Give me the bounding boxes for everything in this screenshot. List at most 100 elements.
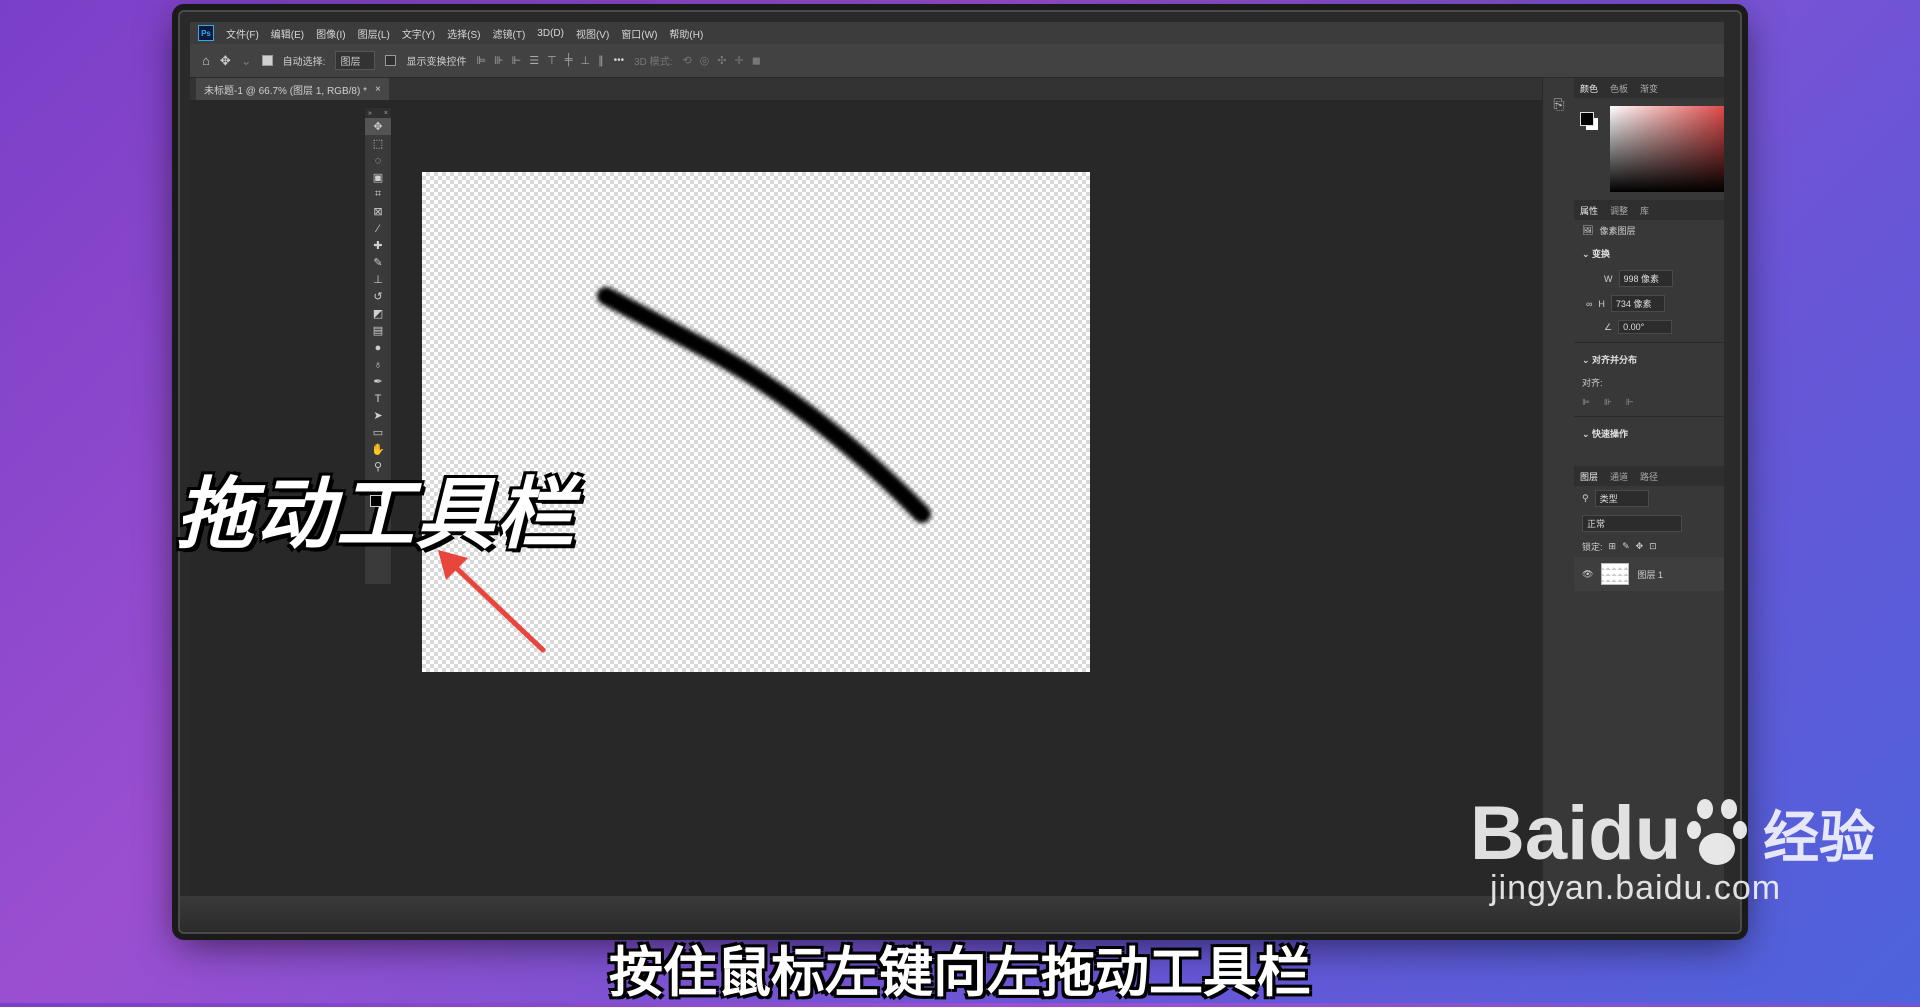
align-vcenter-icon[interactable]: ╪ — [565, 54, 573, 67]
3d-pan-icon[interactable]: ✣ — [717, 54, 726, 67]
lock-position-icon[interactable]: ✥ — [1636, 541, 1644, 552]
move-tool-icon[interactable]: ✥ — [220, 53, 231, 69]
tab-properties[interactable]: 属性 — [1580, 204, 1598, 217]
menu-window[interactable]: 窗口(W) — [615, 26, 663, 41]
eye-icon[interactable]: 👁 — [1582, 569, 1593, 580]
image-icon: 🖼 — [1582, 225, 1594, 235]
document-tab[interactable]: 未标题-1 @ 66.7% (图层 1, RGB/8) * × — [196, 78, 389, 100]
collapse-icon[interactable]: » — [368, 110, 372, 117]
pixel-layer-label: 像素图层 — [1599, 226, 1636, 236]
color-picker[interactable] — [1574, 98, 1724, 200]
more-options-button[interactable]: ••• — [614, 55, 625, 66]
panel-align-right-icon[interactable]: ⊩ — [1626, 397, 1634, 408]
align-bottom-icon[interactable]: ⊥ — [581, 54, 591, 67]
watermark-brand-cn: 经验 — [1763, 806, 1876, 869]
3d-slide-icon[interactable]: ✛ — [735, 54, 744, 67]
3d-mode-buttons: ⟲ ◎ ✣ ✛ ◼ — [682, 54, 760, 67]
menu-view[interactable]: 视图(V) — [570, 26, 615, 41]
type-tool-icon[interactable]: T — [365, 390, 391, 407]
height-field[interactable]: 734 像素 — [1610, 295, 1665, 312]
history-brush-tool-icon[interactable]: ↺ — [365, 288, 391, 305]
quick-actions-section[interactable]: ⌄ 快速操作 — [1574, 421, 1724, 446]
lock-artboard-icon[interactable]: ⊡ — [1649, 541, 1657, 552]
layer-item[interactable]: 👁 图层 1 — [1574, 557, 1724, 591]
foreground-color-chip[interactable] — [1580, 112, 1594, 126]
lasso-tool-icon[interactable]: ◌ — [365, 152, 391, 169]
history-panel-icon[interactable]: ⎘ — [1543, 96, 1575, 113]
tab-libraries[interactable]: 库 — [1640, 204, 1649, 217]
menu-file[interactable]: 文件(F) — [220, 26, 265, 41]
watermark-brand: Baidu — [1470, 791, 1682, 876]
align-right-icon[interactable]: ⊩ — [512, 54, 522, 67]
layer-name[interactable]: 图层 1 — [1637, 568, 1663, 581]
auto-select-dropdown[interactable]: 图层 — [335, 51, 376, 70]
tab-color[interactable]: 颜色 — [1580, 82, 1598, 95]
tab-adjustments[interactable]: 调整 — [1610, 204, 1628, 217]
align-left-icon[interactable]: ⊫ — [476, 54, 486, 67]
show-transform-checkbox[interactable] — [385, 55, 397, 66]
marquee-tool-icon[interactable]: ⬚ — [365, 135, 391, 152]
width-field[interactable]: 998 像素 — [1618, 270, 1673, 287]
lock-pixels-icon[interactable]: ✎ — [1622, 541, 1630, 552]
tab-channels[interactable]: 通道 — [1610, 470, 1628, 483]
tab-layers[interactable]: 图层 — [1580, 470, 1598, 483]
menu-help[interactable]: 帮助(H) — [663, 26, 709, 41]
height-row: ∞ H 734 像素 — [1574, 291, 1724, 316]
clone-stamp-tool-icon[interactable]: ⊥ — [365, 271, 391, 288]
angle-field[interactable]: 0.00° — [1618, 320, 1673, 334]
blur-tool-icon[interactable]: ● — [365, 339, 391, 356]
3d-roll-icon[interactable]: ◎ — [700, 54, 710, 67]
document-tab-bar: 未标题-1 @ 66.7% (图层 1, RGB/8) * × — [190, 78, 1550, 100]
color-spectrum[interactable] — [1610, 106, 1724, 192]
shape-tool-icon[interactable]: ▭ — [365, 424, 391, 441]
transform-section[interactable]: ⌄ 变换 — [1574, 241, 1724, 266]
object-select-tool-icon[interactable]: ▣ — [365, 169, 391, 186]
gradient-tool-icon[interactable]: ▤ — [365, 322, 391, 339]
menu-image[interactable]: 图像(I) — [310, 26, 351, 41]
crop-tool-icon[interactable]: ⌗ — [365, 186, 391, 203]
menu-select[interactable]: 选择(S) — [441, 26, 486, 41]
align-top-icon[interactable]: ⊤ — [547, 54, 557, 67]
close-tab-icon[interactable]: × — [375, 84, 381, 95]
lock-transparency-icon[interactable]: ⊞ — [1609, 541, 1617, 552]
pen-tool-icon[interactable]: ✒ — [365, 373, 391, 390]
blend-mode-dropdown[interactable]: 正常 — [1582, 515, 1682, 532]
align-hcenter-icon[interactable]: ⊪ — [494, 54, 504, 67]
menu-layer[interactable]: 图层(L) — [352, 26, 396, 41]
layer-filter-dropdown[interactable]: 类型 — [1594, 490, 1649, 507]
watermark-logo: Baidu 经验 — [1470, 790, 1875, 877]
panel-align-center-icon[interactable]: ⊪ — [1604, 397, 1612, 408]
tab-paths[interactable]: 路径 — [1640, 470, 1658, 483]
tab-gradients[interactable]: 渐变 — [1640, 82, 1658, 95]
tab-swatches[interactable]: 色板 — [1610, 82, 1628, 95]
panel-align-left-icon[interactable]: ⊫ — [1582, 397, 1590, 408]
menu-3d[interactable]: 3D(D) — [531, 28, 570, 39]
chevron-down-icon[interactable]: ⌄ — [241, 53, 252, 69]
dodge-tool-icon[interactable]: ♁ — [365, 356, 391, 373]
tools-panel-header[interactable]: » × — [365, 108, 391, 118]
move-tool-icon[interactable]: ✥ — [365, 118, 391, 135]
brush-tool-icon[interactable]: ✎ — [365, 254, 391, 271]
lock-label: 锁定: — [1582, 542, 1603, 552]
align-section[interactable]: ⌄ 对齐并分布 — [1574, 347, 1724, 372]
frame-tool-icon[interactable]: ⊠ — [365, 203, 391, 220]
eraser-tool-icon[interactable]: ◩ — [365, 305, 391, 322]
home-icon[interactable]: ⌂ — [202, 53, 210, 68]
distribute-icon[interactable]: ☰ — [529, 54, 539, 67]
eyedropper-tool-icon[interactable]: ⁄ — [365, 220, 391, 237]
healing-brush-tool-icon[interactable]: ✚ — [365, 237, 391, 254]
foreground-color-swatch[interactable] — [370, 495, 382, 507]
align-panel-buttons: ⊫ ⊪ ⊩ — [1574, 393, 1724, 412]
menu-filter[interactable]: 滤镜(T) — [487, 26, 532, 41]
3d-orbit-icon[interactable]: ⟲ — [682, 54, 691, 67]
distribute-v-icon[interactable]: ∥ — [598, 54, 604, 67]
height-label: H — [1598, 298, 1605, 309]
link-icon[interactable]: ∞ — [1586, 299, 1592, 309]
3d-scale-icon[interactable]: ◼ — [752, 54, 761, 67]
menu-edit[interactable]: 编辑(E) — [265, 26, 310, 41]
close-icon[interactable]: × — [384, 110, 388, 117]
auto-select-checkbox[interactable] — [261, 55, 273, 66]
path-select-tool-icon[interactable]: ➤ — [365, 407, 391, 424]
panel-icon-strip: ⎘ — [1542, 78, 1575, 896]
menu-type[interactable]: 文字(Y) — [396, 26, 441, 41]
